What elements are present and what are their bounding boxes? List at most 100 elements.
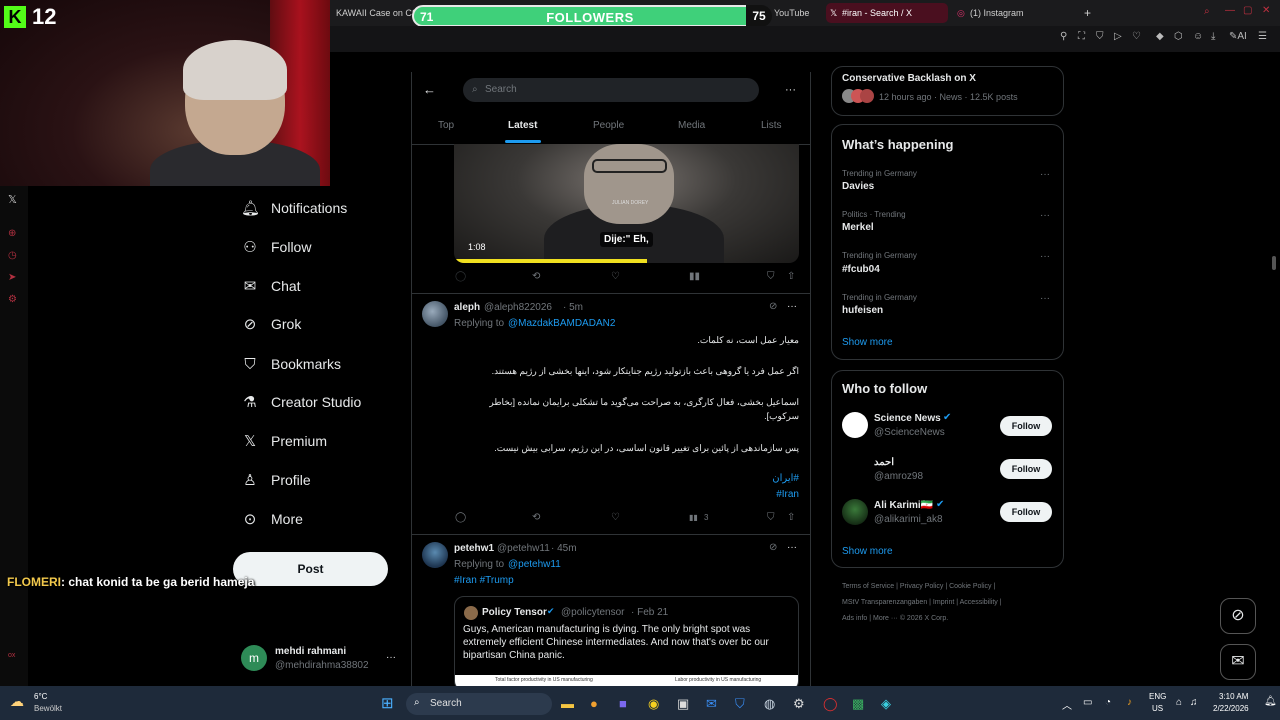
footer-links[interactable]: Terms of Service | Privacy Policy | Cook… bbox=[842, 583, 995, 590]
tray-icon[interactable]: ◔ bbox=[1105, 697, 1111, 708]
clock-time[interactable]: 3:10 AM bbox=[1219, 692, 1248, 701]
like-icon[interactable]: ♡ bbox=[611, 512, 620, 523]
nav-notifications[interactable]: 🔔︎ Notifications bbox=[241, 194, 347, 222]
sidebar-add-icon[interactable]: ⊕ bbox=[8, 228, 16, 239]
messages-float-button[interactable]: ✉ bbox=[1220, 644, 1256, 680]
trend-name[interactable]: Merkel bbox=[842, 222, 874, 233]
trend-more-icon[interactable]: ··· bbox=[1040, 210, 1050, 221]
account-avatar[interactable]: m bbox=[241, 645, 267, 671]
views-icon[interactable]: ▮▮ bbox=[689, 513, 698, 522]
windows-start-icon[interactable]: ⊞ bbox=[381, 694, 394, 712]
mail-icon[interactable]: ✉ bbox=[706, 696, 717, 712]
file-explorer-icon[interactable]: ▬ bbox=[561, 696, 574, 711]
reply-icon[interactable]: ◯ bbox=[455, 512, 466, 523]
tweet-author-handle[interactable]: @aleph822026 bbox=[484, 302, 552, 313]
footer-links[interactable]: MStV Transparenzangaben | Imprint | Acce… bbox=[842, 599, 1002, 606]
tab-lists[interactable]: Lists bbox=[761, 120, 782, 131]
microphone-icon[interactable]: ♪ bbox=[1127, 697, 1132, 708]
tab-latest[interactable]: Latest bbox=[508, 120, 537, 131]
hashtag-link[interactable]: #ایران bbox=[740, 473, 799, 484]
app-icon[interactable]: ◈ bbox=[881, 696, 891, 712]
ai-icon[interactable]: ✎AI bbox=[1229, 31, 1247, 42]
browser-tab[interactable]: YouTube bbox=[768, 3, 824, 23]
download-icon[interactable]: ⤓ bbox=[1211, 31, 1215, 42]
bookmark-icon[interactable]: ⛉ bbox=[767, 512, 775, 523]
pin-icon[interactable]: ⚲ bbox=[1060, 31, 1067, 42]
account-more-icon[interactable]: ··· bbox=[386, 652, 396, 663]
share-icon[interactable]: ⇧ bbox=[787, 271, 795, 282]
search-more-icon[interactable]: ··· bbox=[785, 84, 796, 96]
trend-name[interactable]: Davies bbox=[842, 181, 874, 192]
tweet-time[interactable]: · 45m bbox=[551, 543, 577, 554]
views-icon[interactable]: ▮▮ bbox=[689, 271, 700, 282]
volume-icon[interactable]: ♫ bbox=[1190, 697, 1198, 708]
app-icon[interactable]: ● bbox=[590, 696, 598, 711]
nav-grok[interactable]: ⊘ Grok bbox=[241, 310, 302, 338]
weather-temp[interactable]: 6°C bbox=[34, 692, 47, 701]
browser-tab-active[interactable]: 𝕏 #iran - Search / X bbox=[826, 3, 948, 23]
tweet-time[interactable]: · 5m bbox=[563, 302, 583, 313]
chevron-up-icon[interactable]: ︿ bbox=[1062, 697, 1072, 712]
tweet-author-name[interactable]: petehw1 bbox=[454, 543, 494, 554]
trend-name[interactable]: #fcub04 bbox=[842, 264, 880, 275]
nav-creator-studio[interactable]: ⚗ Creator Studio bbox=[241, 388, 361, 416]
video-progress-bar[interactable] bbox=[454, 259, 648, 263]
suggested-user-name[interactable]: Science News bbox=[874, 413, 941, 424]
heart-icon[interactable]: ♡ bbox=[1132, 31, 1141, 42]
tab-people[interactable]: People bbox=[593, 120, 624, 131]
trend-more-icon[interactable]: ··· bbox=[1040, 169, 1050, 180]
follow-button[interactable]: Follow bbox=[1000, 459, 1052, 479]
new-tab-button[interactable]: + bbox=[1078, 3, 1094, 23]
nav-premium[interactable]: 𝕏 Premium bbox=[241, 427, 327, 455]
trend-name[interactable]: hufeisen bbox=[842, 305, 883, 316]
repost-icon[interactable]: ⟲ bbox=[532, 512, 540, 523]
tray-icon[interactable]: ▭ bbox=[1083, 697, 1092, 708]
menu-icon[interactable]: ☰ bbox=[1258, 31, 1267, 42]
grok-icon[interactable]: ⊘ bbox=[769, 542, 777, 553]
nav-profile[interactable]: ♙ Profile bbox=[241, 466, 310, 494]
shield-icon[interactable]: ⛉ bbox=[1096, 31, 1104, 42]
page-scrollbar[interactable] bbox=[1272, 256, 1276, 270]
extension-icon[interactable]: ⬡ bbox=[1174, 31, 1183, 42]
sidebar-history-icon[interactable]: ◷ bbox=[8, 250, 17, 261]
sidebar-settings-icon[interactable]: ⚙ bbox=[8, 294, 17, 305]
nav-chat[interactable]: ✉ Chat bbox=[241, 272, 301, 300]
nav-follow[interactable]: ⚇ Follow bbox=[241, 233, 311, 261]
network-icon[interactable]: ⌂ bbox=[1176, 697, 1182, 708]
show-more-follow-link[interactable]: Show more bbox=[842, 546, 893, 557]
x-sidebar-icon[interactable]: 𝕏 bbox=[8, 193, 17, 206]
store-icon[interactable]: ▣ bbox=[677, 696, 689, 712]
defender-icon[interactable]: ⛉ bbox=[735, 696, 745, 712]
avatar[interactable] bbox=[842, 412, 868, 438]
teams-icon[interactable]: ■ bbox=[619, 696, 627, 711]
suggested-user-name[interactable]: Ali Karimi🇮🇷 bbox=[874, 500, 933, 511]
replying-to-link[interactable]: @MazdakBAMDADAN2 bbox=[508, 318, 615, 329]
minimize-icon[interactable]: — bbox=[1225, 5, 1235, 16]
follow-button[interactable]: Follow bbox=[1000, 502, 1052, 522]
app-icon[interactable]: ▩ bbox=[852, 696, 864, 712]
quoted-tweet[interactable]: Policy Tensor ✔ @policytensor · Feb 21 G… bbox=[454, 596, 799, 691]
app-icon[interactable]: ◉ bbox=[648, 696, 659, 712]
bookmark-icon[interactable]: ⛉ bbox=[767, 271, 775, 282]
show-more-trends-link[interactable]: Show more bbox=[842, 337, 893, 348]
maximize-icon[interactable]: ▢ bbox=[1243, 5, 1252, 16]
avatar[interactable] bbox=[422, 542, 448, 568]
follow-button[interactable]: Follow bbox=[1000, 416, 1052, 436]
browser-tab[interactable]: KAWAII Case on CS2 bbox=[330, 3, 420, 23]
nav-more[interactable]: ⊙ More bbox=[241, 505, 303, 533]
tweet-more-icon[interactable]: ··· bbox=[787, 301, 797, 312]
search-input[interactable]: Search bbox=[463, 78, 759, 102]
like-icon[interactable]: ♡ bbox=[611, 271, 620, 282]
hashtag-link[interactable]: #Iran #Trump bbox=[454, 575, 514, 586]
screenshot-icon[interactable]: ⛶ bbox=[1078, 31, 1085, 42]
grok-float-button[interactable]: ⊘ bbox=[1220, 598, 1256, 634]
opera-icon[interactable]: ◯ bbox=[823, 696, 838, 712]
weather-icon[interactable]: ☁ bbox=[10, 693, 24, 710]
trend-more-icon[interactable]: ··· bbox=[1040, 293, 1050, 304]
vpn-icon[interactable]: ◆ bbox=[1156, 31, 1164, 42]
news-title[interactable]: Conservative Backlash on X bbox=[842, 73, 976, 84]
tab-media[interactable]: Media bbox=[678, 120, 705, 131]
grok-icon[interactable]: ⊘ bbox=[769, 301, 777, 312]
play-icon[interactable]: ▷ bbox=[1114, 31, 1122, 42]
nav-bookmarks[interactable]: ⛉ Bookmarks bbox=[241, 350, 341, 378]
